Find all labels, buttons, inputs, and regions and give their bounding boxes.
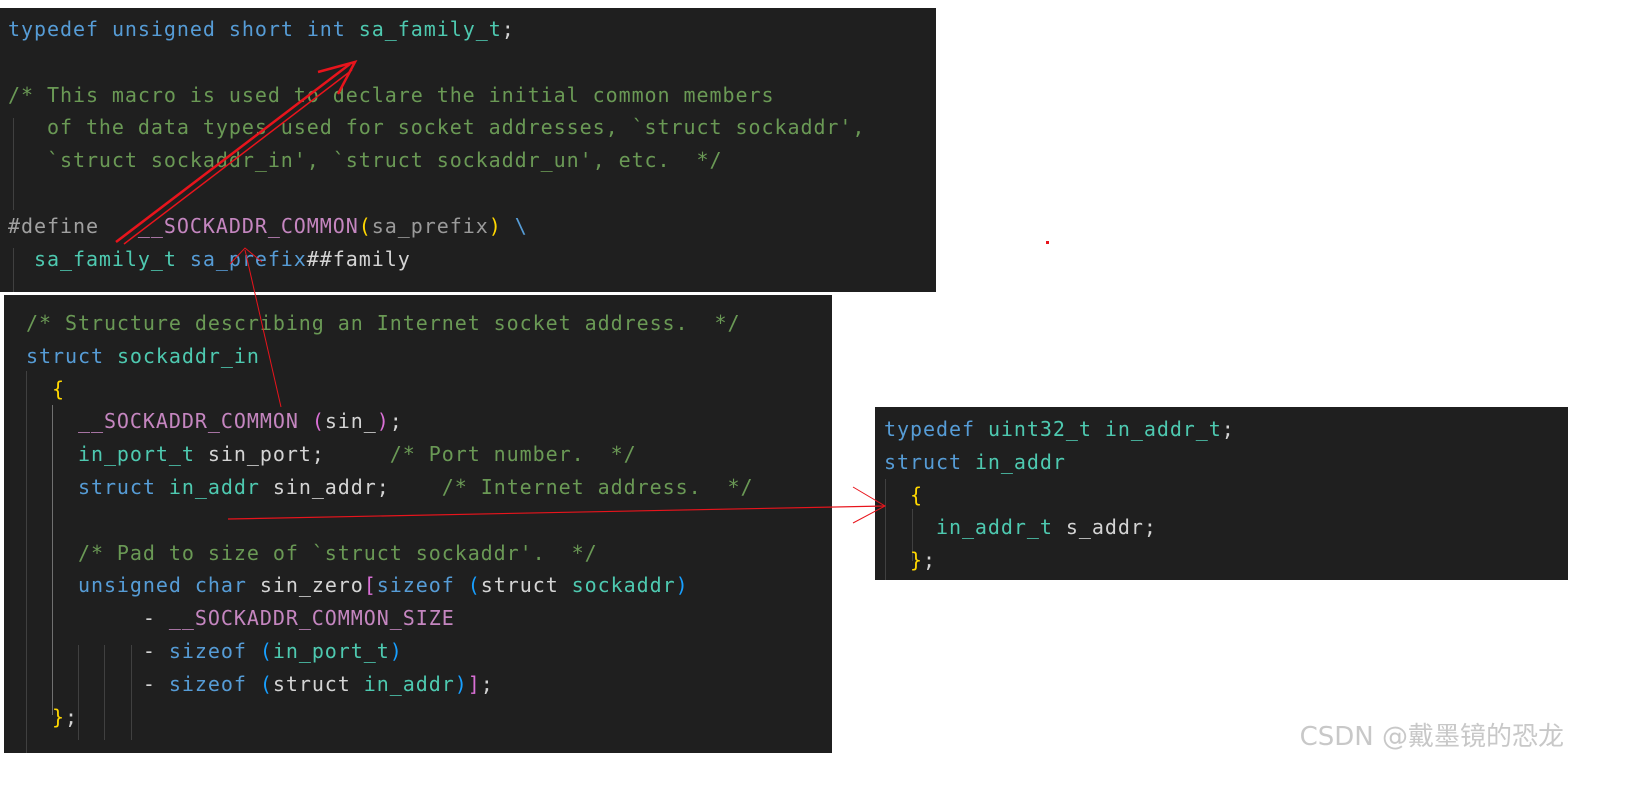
arrow-to-sockaddr-common-macro [229, 247, 282, 408]
arrow-to-in-addr-struct [227, 486, 887, 524]
red-dot [1046, 241, 1049, 244]
watermark: CSDN @戴墨镜的恐龙 [1299, 722, 1564, 752]
arrow-to-sa-family-typedef [115, 60, 358, 245]
annotation-arrows [115, 60, 1049, 524]
